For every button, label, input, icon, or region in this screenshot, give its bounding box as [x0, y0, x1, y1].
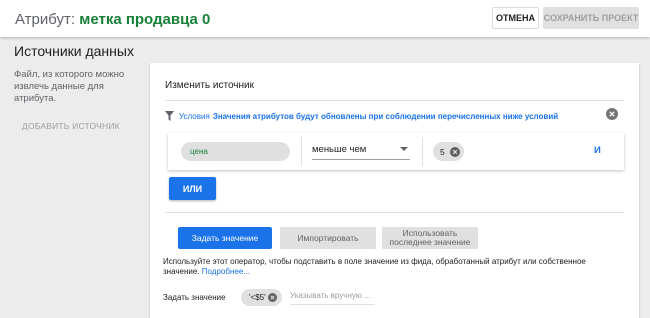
divider	[422, 137, 423, 166]
conditions-label: Условия	[179, 111, 210, 121]
edit-source-card: Изменить источник Условия Значения атриб…	[150, 63, 639, 318]
save-project-button[interactable]: СОХРАНИТЬ ПРОЕКТ	[543, 7, 639, 29]
tab-import[interactable]: Импортировать	[280, 227, 376, 249]
operator-select[interactable]: меньше чем	[312, 144, 410, 160]
divider	[165, 212, 624, 213]
divider	[301, 137, 302, 166]
add-source-button[interactable]: ДОБАВИТЬ ИСТОЧНИК	[22, 121, 120, 131]
attribute-prefix: Атрибут:	[15, 11, 80, 28]
help-text: Используйте этот оператор, чтобы подстав…	[163, 257, 613, 277]
manual-value-input[interactable]: Указывать вручную ...	[290, 291, 375, 305]
tab-set-value[interactable]: Задать значение	[178, 227, 272, 249]
attribute-name: метка продавца 0	[79, 11, 211, 28]
set-value-chip-text: '<$5'	[249, 293, 266, 302]
conditions-description: Значения атрибутов будут обновлены при с…	[212, 111, 559, 121]
condition-value: 5	[440, 146, 445, 157]
dropdown-caret-icon	[400, 147, 408, 151]
set-value-chip[interactable]: '<$5'	[241, 289, 282, 306]
add-or-condition-button[interactable]: ИЛИ	[169, 177, 216, 200]
section-title: Источники данных	[14, 43, 134, 59]
chip-remove-icon[interactable]	[268, 293, 277, 302]
condition-attribute-field[interactable]: цена	[181, 142, 290, 161]
chip-remove-icon[interactable]	[450, 147, 460, 157]
learn-more-link[interactable]: Подробнее...	[202, 267, 250, 276]
cancel-button[interactable]: ОТМЕНА	[492, 7, 539, 29]
set-value-label: Задать значение	[163, 293, 226, 302]
filter-icon	[165, 111, 174, 121]
condition-value-chip[interactable]: 5	[433, 142, 464, 161]
top-bar: Атрибут: метка продавца 0 ОТМЕНА СОХРАНИ…	[0, 0, 650, 37]
tab-use-last-value[interactable]: Использовать последнее значение	[382, 227, 478, 249]
operator-value: меньше чем	[312, 144, 367, 155]
card-title: Изменить источник	[165, 80, 254, 91]
condition-row: цена меньше чем 5 И	[168, 133, 624, 170]
add-and-condition-link[interactable]: И	[594, 145, 601, 156]
close-circle-icon[interactable]	[606, 108, 618, 120]
divider	[165, 100, 624, 101]
section-description: Файл, из которого можно извлечь данные д…	[14, 69, 125, 104]
page-title: Атрибут: метка продавца 0	[15, 11, 210, 28]
conditions-header: Условия Значения атрибутов будут обновле…	[165, 110, 558, 122]
